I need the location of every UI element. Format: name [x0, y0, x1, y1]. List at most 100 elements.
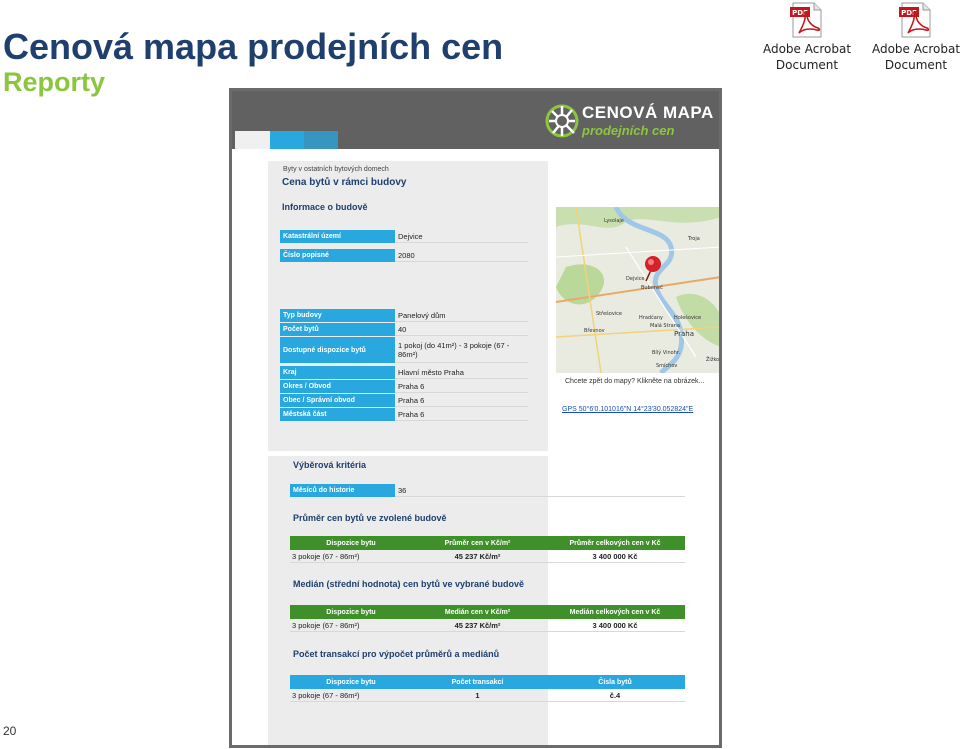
map-label: Žižkov [706, 355, 721, 363]
criteria-row: Měsíců do historie 36 [290, 484, 685, 497]
kv-row: Počet bytů 40 [280, 323, 528, 336]
report-tab-1[interactable] [235, 131, 270, 149]
attachment-label-line1: Adobe Acrobat [871, 42, 960, 56]
gps-link[interactable]: GPS 50°6'0.101016"N 14°23'30.052824"E [562, 406, 693, 413]
table-header-cell: Dispozice bytu [326, 678, 376, 686]
avg-table: Dispozice bytu Průměr cen v Kč/m² Průměr… [290, 536, 685, 563]
map-label: Bubeneč [641, 284, 663, 291]
table-cell: 3 400 000 Kč [592, 551, 638, 561]
map-caption[interactable]: Chcete zpět do mapy? Klikněte na obrázek… [565, 378, 704, 385]
kv-row: Číslo popisné 2080 [280, 249, 528, 262]
map-label: Hradčany [639, 314, 663, 321]
table-header-cell: Čísla bytů [598, 678, 632, 686]
report-caption: Byty v ostatních bytových domech [283, 166, 389, 173]
kv-label: Městská část [280, 408, 395, 421]
table-header: Dispozice bytu Medián cen v Kč/m² Medián… [290, 605, 685, 619]
table-row: 3 pokoje (67 - 86m²) 45 237 Kč/m² 3 400 … [290, 550, 685, 563]
report-header: CENOVÁ MAPA prodejních cen [232, 91, 719, 149]
criteria-value: 36 [395, 484, 685, 497]
location-map[interactable]: Lysolaje Troja Dejvice Bubeneč Střešovic… [556, 207, 721, 373]
table-header-cell: Dispozice bytu [326, 608, 376, 616]
report-title: Cena bytů v rámci budovy [282, 177, 407, 188]
kv-row: Městská část Praha 6 [280, 408, 528, 421]
median-table: Dispozice bytu Medián cen v Kč/m² Medián… [290, 605, 685, 632]
table-header-cell: Medián cen v Kč/m² [444, 608, 511, 616]
kv-label: Kraj [280, 366, 395, 379]
page-number: 20 [3, 724, 17, 738]
map-label: Břevnov [584, 327, 605, 334]
kv-label: Katastrální území [280, 230, 395, 243]
table-header-cell: Průměr cen v Kč/m² [444, 539, 511, 547]
report-screenshot: CENOVÁ MAPA prodejních cen Byty v ostatn… [229, 88, 722, 748]
kv-value: Praha 6 [395, 380, 528, 393]
map-label: Smíchov [656, 362, 677, 369]
table-cell: 3 pokoje (67 - 86m²) [292, 620, 360, 630]
kv-value: Panelový dům [395, 309, 528, 322]
map-label: Dejvice [626, 276, 645, 282]
map-label: Praha [674, 330, 694, 338]
report-tab-3[interactable] [304, 131, 338, 149]
map-label: Lysolaje [604, 218, 624, 224]
criteria-title: Výběrová kritéria [293, 460, 367, 470]
kv-label: Dostupné dispozice bytů [280, 337, 395, 363]
kv-label: Počet bytů [280, 323, 395, 336]
kv-label: Okres / Obvod [280, 380, 395, 393]
count-title: Počet transakcí pro výpočet průměrů a me… [293, 649, 500, 659]
criteria-label: Měsíců do historie [290, 484, 395, 497]
table-cell: 3 400 000 Kč [592, 620, 638, 630]
kv-row: Typ budovy Panelový dům [280, 309, 528, 322]
attachment-label-line2: Document [884, 58, 948, 72]
map-label: Střešovice [596, 310, 622, 317]
building-info: Katastrální území Dejvice Číslo popisné … [280, 230, 528, 263]
kv-row: Kraj Hlavní město Praha [280, 366, 528, 379]
table-row: 3 pokoje (67 - 86m²) 45 237 Kč/m² 3 400 … [290, 619, 685, 632]
kv-row: Obec / Správní obvod Praha 6 [280, 394, 528, 407]
kv-row: Dostupné dispozice bytů 1 pokoj (do 41m²… [280, 337, 528, 363]
map-label: Malá Strana [650, 322, 680, 329]
table-cell: č.4 [609, 690, 621, 700]
table-cell: 45 237 Kč/m² [454, 620, 501, 630]
kv-label: Obec / Správní obvod [280, 394, 395, 407]
building-details: Typ budovy Panelový dům Počet bytů 40 Do… [280, 309, 528, 422]
report-brand-sub: prodejních cen [582, 123, 675, 138]
table-header-cell: Medián celkových cen v Kč [569, 608, 661, 616]
table-header-cell: Průměr celkových cen v Kč [569, 539, 661, 547]
kv-row: Okres / Obvod Praha 6 [280, 380, 528, 393]
table-header: Dispozice bytu Počet transakcí Čísla byt… [290, 675, 685, 689]
table-header-cell: Dispozice bytu [326, 539, 376, 547]
map-graphic: Lysolaje Troja Dejvice Bubeneč Střešovic… [556, 207, 721, 373]
table-cell: 3 pokoje (67 - 86m²) [292, 690, 360, 700]
map-label: Bílý Vinohr. [652, 349, 680, 356]
table-header-cell: Počet transakcí [451, 678, 504, 686]
kv-value: 40 [395, 323, 528, 336]
kv-value: Praha 6 [395, 408, 528, 421]
kv-value: Hlavní město Praha [395, 366, 528, 379]
pdf-icon: PDF [899, 2, 933, 38]
table-header: Dispozice bytu Průměr cen v Kč/m² Průměr… [290, 536, 685, 550]
globe-icon [545, 104, 579, 138]
median-title: Medián (střední hodnota) cen bytů ve vyb… [293, 579, 525, 589]
kv-value: Dejvice [395, 230, 528, 243]
kv-row: Katastrální území Dejvice [280, 230, 528, 243]
kv-label: Typ budovy [280, 309, 395, 322]
kv-label: Číslo popisné [280, 249, 395, 262]
table-cell: 45 237 Kč/m² [454, 551, 501, 561]
slide-subtitle: Reporty [3, 67, 106, 97]
table-cell: 1 [475, 690, 480, 700]
table-cell: 3 pokoje (67 - 86m²) [292, 551, 360, 561]
table-row: 3 pokoje (67 - 86m²) 1 č.4 [290, 689, 685, 702]
pdf-attachment-1[interactable]: PDF Adobe Acrobat Document [757, 2, 857, 73]
info-title: Informace o budově [282, 202, 368, 212]
attachment-label-line1: Adobe Acrobat [762, 42, 852, 56]
pdf-attachment-2[interactable]: PDF Adobe Acrobat Document [866, 2, 960, 73]
kv-value: 1 pokoj (do 41m²) - 3 pokoje (67 - 86m²) [395, 337, 528, 363]
count-table: Dispozice bytu Počet transakcí Čísla byt… [290, 675, 685, 702]
report-brand: CENOVÁ MAPA [582, 103, 714, 122]
avg-title: Průměr cen bytů ve zvolené budově [293, 513, 447, 523]
map-label: Holešovice [674, 314, 701, 321]
map-label: Troja [687, 236, 700, 242]
pdf-icon: PDF [790, 2, 824, 38]
report-tab-2[interactable] [270, 131, 304, 149]
slide-title: Cenová mapa prodejních cen [3, 26, 504, 67]
attachment-label-line2: Document [775, 58, 839, 72]
